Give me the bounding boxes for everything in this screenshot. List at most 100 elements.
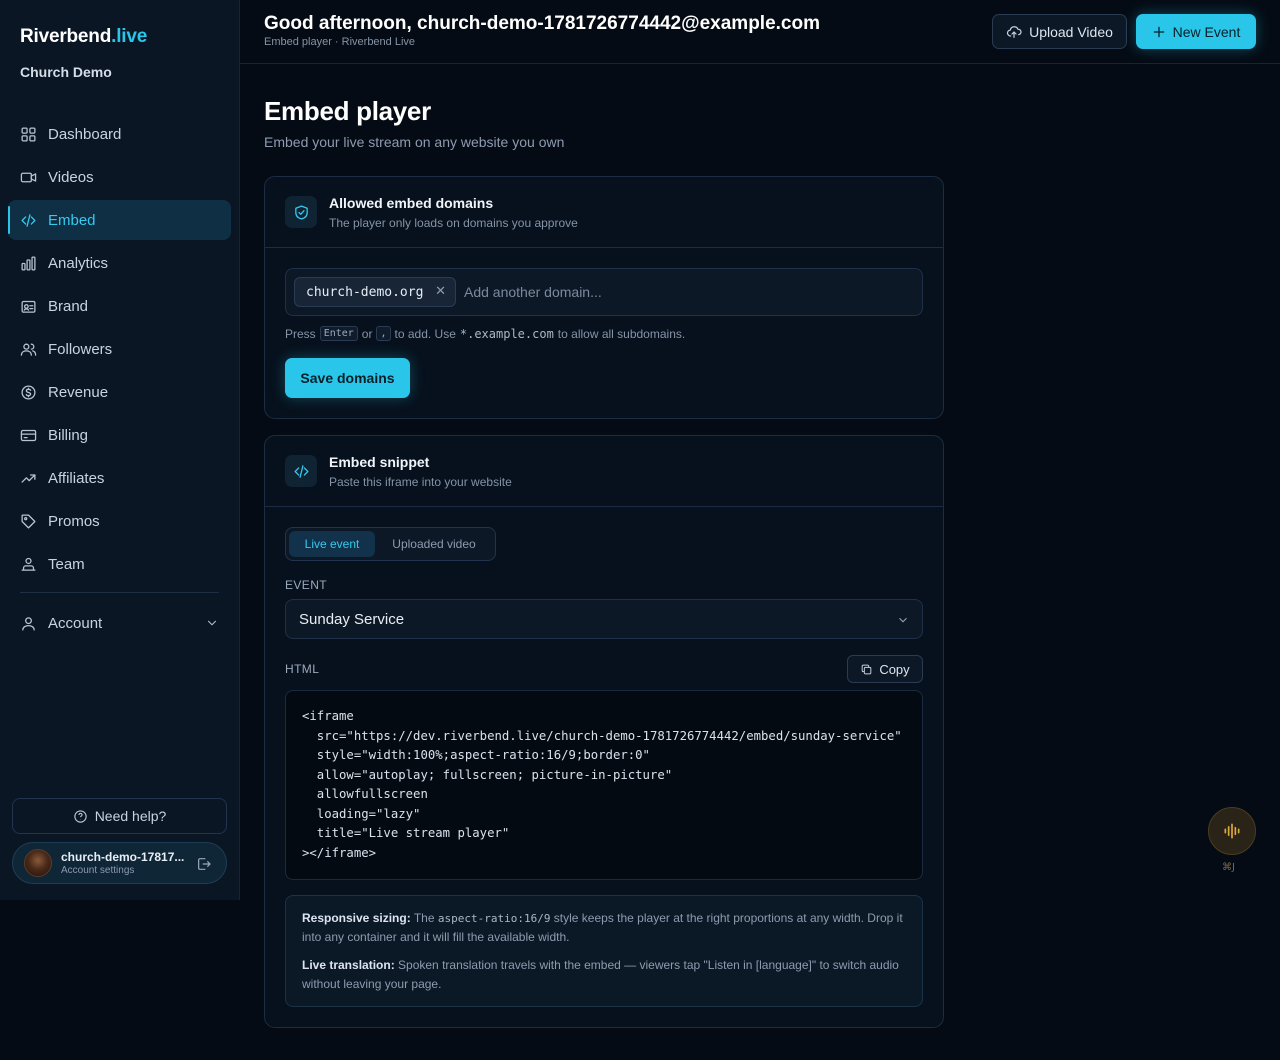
domain-hint: Press Enter or , to add. Use *.example.c…: [285, 326, 685, 341]
upload-video-button[interactable]: Upload Video: [992, 14, 1127, 49]
sidebar-nav: Dashboard Videos Embed Analytics Brand F…: [8, 114, 231, 646]
save-domains-button[interactable]: Save domains: [285, 358, 410, 398]
voice-assistant-button[interactable]: [1208, 807, 1256, 855]
users-icon: [20, 343, 37, 356]
video-icon: [20, 172, 37, 182]
sidebar-item-analytics[interactable]: Analytics: [8, 243, 231, 283]
sidebar-item-brand[interactable]: Brand: [8, 286, 231, 326]
domain-tag-input[interactable]: church-demo.org ✕: [285, 268, 923, 316]
card-icon-box: [285, 196, 317, 228]
top-header: Good afternoon, church-demo-178172677444…: [240, 0, 1280, 64]
tag-icon: [21, 513, 36, 529]
sidebar-item-embed[interactable]: Embed: [8, 200, 231, 240]
help-circle-icon: [74, 809, 87, 823]
source-toggle: Live event Uploaded video: [285, 527, 496, 561]
org-name: Church Demo: [20, 64, 112, 80]
sidebar: Riverbend.live Church Demo Dashboard Vid…: [0, 0, 240, 900]
sidebar-item-label: Followers: [48, 340, 113, 358]
brand-logo[interactable]: Riverbend.live: [20, 26, 147, 48]
new-event-button[interactable]: New Event: [1136, 14, 1256, 49]
enter-key: Enter: [319, 326, 358, 341]
user-card[interactable]: church-demo-17817... Account settings: [12, 842, 227, 884]
sidebar-item-label: Brand: [48, 297, 89, 315]
tab-uploaded-video[interactable]: Uploaded video: [382, 531, 486, 557]
card-title: Allowed embed domains: [329, 195, 494, 211]
chevron-down-icon: [207, 620, 217, 626]
voice-shortcut-hint: ⌘J: [1222, 862, 1235, 873]
plus-icon: [1153, 26, 1164, 37]
user-meta: church-demo-17817... Account settings: [61, 850, 189, 876]
remove-domain-icon[interactable]: ✕: [435, 284, 446, 299]
upload-video-label: Upload Video: [1029, 23, 1113, 40]
credit-card-icon: [20, 429, 37, 441]
card-description: The player only loads on domains you app…: [329, 216, 578, 230]
bar-chart-icon: [21, 255, 36, 271]
cloud-upload-icon: [1007, 25, 1022, 38]
note-code: aspect-ratio:16/9: [437, 912, 551, 925]
logout-icon[interactable]: [196, 856, 212, 872]
nav-divider: [20, 592, 219, 593]
need-help-label: Need help?: [94, 808, 167, 824]
wildcard-example: *.example.com: [459, 326, 554, 341]
account-settings-label: Account settings: [61, 865, 135, 876]
breadcrumb: Embed player · Riverbend Live: [264, 36, 416, 48]
tab-live-event[interactable]: Live event: [289, 531, 375, 557]
sidebar-item-billing[interactable]: Billing: [8, 415, 231, 455]
page-subtitle: Embed your live stream on any website yo…: [264, 134, 565, 150]
domain-chip-label: church-demo.org: [306, 284, 424, 300]
copy-label: Copy: [879, 661, 910, 677]
page-title: Embed player: [264, 96, 431, 126]
domain-chip: church-demo.org ✕: [294, 277, 456, 307]
shield-check-icon: [294, 204, 308, 220]
note-title: Live translation:: [302, 958, 395, 972]
note-text: The: [413, 911, 435, 925]
brand-name: Riverbend: [20, 26, 112, 47]
brand-accent: .live: [111, 26, 148, 47]
copy-icon: [861, 664, 872, 674]
sidebar-item-label: Videos: [48, 168, 94, 186]
code-icon: [21, 213, 36, 227]
event-select[interactable]: Sunday Service: [285, 599, 923, 639]
copy-button[interactable]: Copy: [847, 655, 923, 683]
embed-notes: Responsive sizing: The aspect-ratio:16/9…: [285, 895, 923, 1007]
note-responsive: Responsive sizing: The aspect-ratio:16/9…: [302, 909, 906, 947]
dollar-circle-icon: [21, 384, 36, 400]
comma-key: ,: [376, 326, 391, 341]
sidebar-item-followers[interactable]: Followers: [8, 329, 231, 369]
allowed-domains-card: Allowed embed domains The player only lo…: [264, 176, 944, 419]
note-translation: Live translation: Spoken translation tra…: [302, 956, 906, 994]
greeting: Good afternoon, church-demo-178172677444…: [264, 13, 821, 34]
sidebar-item-dashboard[interactable]: Dashboard: [8, 114, 231, 154]
embed-code-block[interactable]: <iframe src="https://dev.riverbend.live/…: [285, 690, 923, 880]
sidebar-item-promos[interactable]: Promos: [8, 501, 231, 541]
sidebar-item-account[interactable]: Account: [8, 603, 231, 643]
trending-up-icon: [21, 473, 36, 483]
html-label: HTML: [285, 662, 320, 676]
card-header: Allowed embed domains The player only lo…: [265, 177, 943, 248]
hint-text: Press: [285, 326, 316, 341]
chevron-down-icon: [899, 617, 907, 623]
sidebar-item-label: Team: [48, 555, 85, 573]
card-description: Paste this iframe into your website: [329, 475, 512, 489]
hint-text: to allow all subdomains.: [557, 326, 686, 341]
sidebar-item-revenue[interactable]: Revenue: [8, 372, 231, 412]
audio-waveform-icon: [1224, 823, 1240, 839]
sidebar-item-team[interactable]: Team: [8, 544, 231, 584]
card-title: Embed snippet: [329, 454, 430, 470]
id-card-icon: [21, 300, 36, 313]
hint-text: or: [361, 326, 373, 341]
add-domain-input[interactable]: [456, 277, 896, 307]
embed-snippet-card: Embed snippet Paste this iframe into you…: [264, 435, 944, 1028]
card-header: Embed snippet Paste this iframe into you…: [265, 436, 943, 507]
user-icon: [22, 616, 35, 631]
card-icon-box: [285, 455, 317, 487]
event-select-value: Sunday Service: [299, 610, 405, 628]
sidebar-item-videos[interactable]: Videos: [8, 157, 231, 197]
need-help-button[interactable]: Need help?: [12, 798, 227, 834]
code-icon: [293, 464, 309, 478]
user-name: church-demo-17817...: [61, 850, 185, 864]
hint-text: to add. Use: [394, 326, 456, 341]
event-label: EVENT: [285, 578, 328, 592]
sidebar-item-affiliates[interactable]: Affiliates: [8, 458, 231, 498]
note-title: Responsive sizing:: [302, 911, 411, 925]
